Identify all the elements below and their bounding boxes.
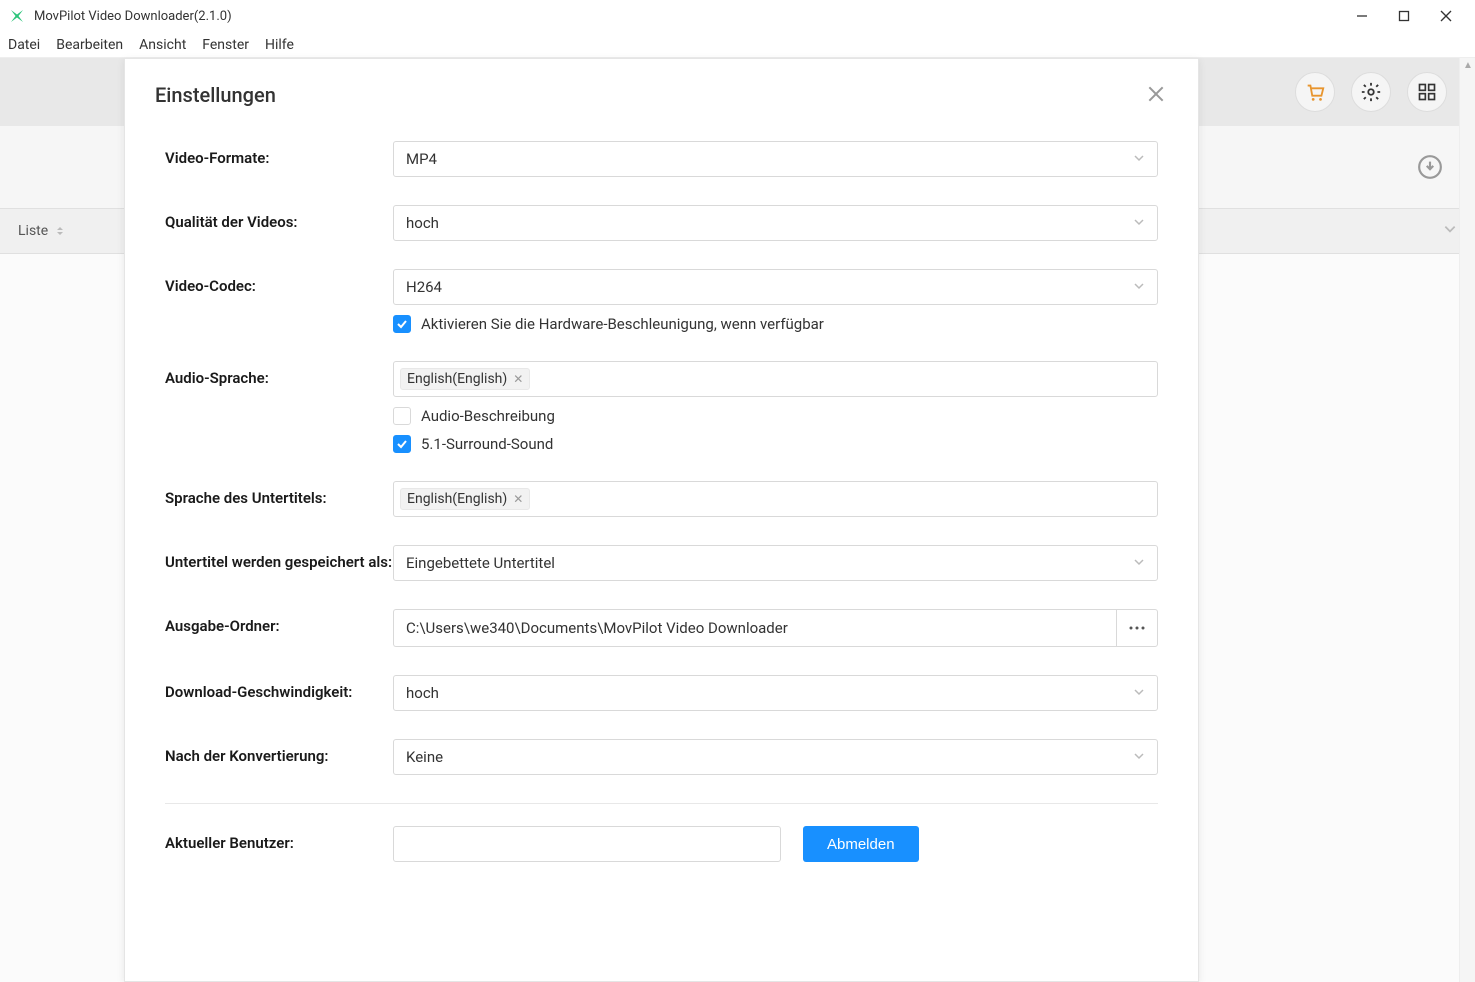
checkbox-surround[interactable]	[393, 435, 411, 453]
tag-untertitel-english-label: English(English)	[407, 491, 507, 507]
apps-button[interactable]	[1407, 72, 1447, 112]
label-untertitel-speichern: Untertitel werden gespeichert als:	[165, 545, 393, 571]
menu-ansicht[interactable]: Ansicht	[139, 37, 186, 53]
select-untertitel-speichern[interactable]: Eingebettete Untertitel	[393, 545, 1158, 581]
menubar: Datei Bearbeiten Ansicht Fenster Hilfe	[0, 32, 1475, 58]
scrollbar[interactable]: ▲	[1459, 58, 1475, 982]
cart-button[interactable]	[1295, 72, 1335, 112]
menu-hilfe[interactable]: Hilfe	[265, 37, 294, 53]
sort-icon[interactable]	[54, 225, 66, 237]
select-video-formate-value: MP4	[406, 150, 437, 168]
label-video-formate: Video-Formate:	[165, 141, 393, 167]
label-surround: 5.1-Surround-Sound	[421, 435, 553, 453]
chevron-down-icon	[1133, 554, 1145, 572]
close-icon	[1148, 86, 1164, 102]
chevron-down-icon	[1133, 278, 1145, 296]
modal-close-button[interactable]	[1144, 83, 1168, 107]
input-ausgabe-ordner-value: C:\Users\we340\Documents\MovPilot Video …	[406, 619, 788, 637]
label-qualitaet: Qualität der Videos:	[165, 205, 393, 231]
menu-bearbeiten[interactable]: Bearbeiten	[56, 37, 123, 53]
gear-icon	[1360, 81, 1382, 103]
chevron-down-icon	[1133, 150, 1145, 168]
divider	[165, 803, 1158, 804]
label-audio-sprache: Audio-Sprache:	[165, 361, 393, 387]
menu-fenster[interactable]: Fenster	[202, 37, 249, 53]
browse-folder-button[interactable]	[1116, 609, 1158, 647]
cart-icon	[1304, 81, 1326, 103]
label-untertitel-sprache: Sprache des Untertitels:	[165, 481, 393, 507]
label-nach-konvertierung: Nach der Konvertierung:	[165, 739, 393, 765]
select-qualitaet[interactable]: hoch	[393, 205, 1158, 241]
label-codec: Video-Codec:	[165, 269, 393, 295]
tag-remove-button[interactable]: ✕	[513, 372, 523, 386]
settings-button[interactable]	[1351, 72, 1391, 112]
grid-icon	[1417, 82, 1437, 102]
label-aktueller-benutzer: Aktueller Benutzer:	[165, 826, 393, 852]
label-audio-beschreibung: Audio-Beschreibung	[421, 407, 555, 425]
menu-datei[interactable]: Datei	[8, 37, 40, 53]
chevron-down-icon	[1133, 214, 1145, 232]
settings-modal: Einstellungen Video-Formate: MP4 Qualitä…	[124, 58, 1199, 982]
select-nach-konvertierung-value: Keine	[406, 748, 443, 766]
tag-audio-english-label: English(English)	[407, 371, 507, 387]
input-audio-sprache[interactable]: English(English) ✕	[393, 361, 1158, 397]
app-logo-icon	[8, 7, 26, 25]
chevron-down-icon	[1133, 748, 1145, 766]
modal-title: Einstellungen	[155, 83, 276, 107]
checkbox-hw-accel[interactable]	[393, 315, 411, 333]
select-codec-value: H264	[406, 278, 442, 296]
maximize-button[interactable]	[1395, 7, 1413, 25]
tag-audio-english: English(English) ✕	[400, 368, 530, 390]
chevron-down-icon	[1133, 684, 1145, 702]
input-aktueller-benutzer[interactable]	[393, 826, 781, 862]
checkbox-audio-beschreibung[interactable]	[393, 407, 411, 425]
select-download-speed[interactable]: hoch	[393, 675, 1158, 711]
abmelden-button[interactable]: Abmelden	[803, 826, 919, 862]
download-icon[interactable]	[1417, 154, 1443, 180]
label-ausgabe: Ausgabe-Ordner:	[165, 609, 393, 635]
chevron-down-icon[interactable]	[1443, 222, 1457, 236]
select-download-speed-value: hoch	[406, 684, 439, 702]
label-hw-accel: Aktivieren Sie die Hardware-Beschleunigu…	[421, 315, 824, 333]
minimize-button[interactable]	[1353, 7, 1371, 25]
list-header-label[interactable]: Liste	[18, 223, 48, 239]
select-nach-konvertierung[interactable]: Keine	[393, 739, 1158, 775]
close-window-button[interactable]	[1437, 7, 1455, 25]
window-title: MovPilot Video Downloader(2.1.0)	[34, 9, 232, 24]
select-untertitel-speichern-value: Eingebettete Untertitel	[406, 554, 555, 572]
tag-remove-button[interactable]: ✕	[513, 492, 523, 506]
ellipsis-icon	[1129, 626, 1145, 630]
select-video-formate[interactable]: MP4	[393, 141, 1158, 177]
input-ausgabe-ordner[interactable]: C:\Users\we340\Documents\MovPilot Video …	[393, 609, 1116, 647]
input-untertitel-sprache[interactable]: English(English) ✕	[393, 481, 1158, 517]
select-codec[interactable]: H264	[393, 269, 1158, 305]
label-download-speed: Download-Geschwindigkeit:	[165, 675, 393, 701]
scroll-up-icon: ▲	[1463, 60, 1473, 71]
select-qualitaet-value: hoch	[406, 214, 439, 232]
titlebar: MovPilot Video Downloader(2.1.0)	[0, 0, 1475, 32]
tag-untertitel-english: English(English) ✕	[400, 488, 530, 510]
